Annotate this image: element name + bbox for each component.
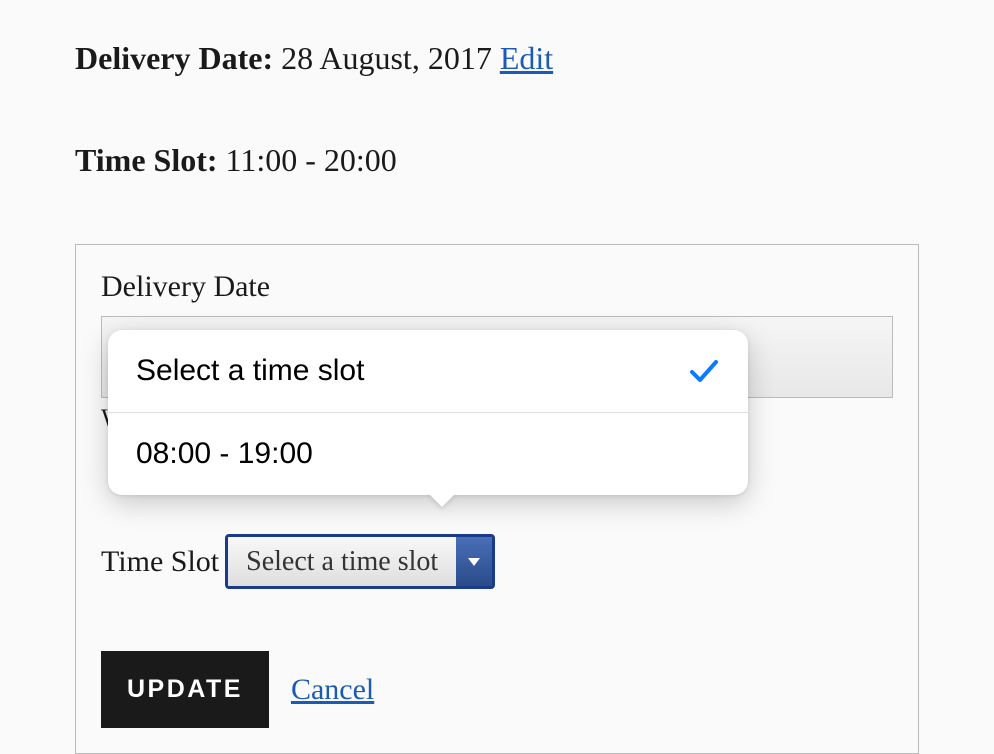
- time-slot-select[interactable]: Select a time slot: [225, 534, 495, 589]
- time-slot-value: 11:00 - 20:00: [226, 142, 397, 178]
- check-icon: [688, 358, 720, 384]
- dropdown-option-label: 08:00 - 19:00: [136, 437, 313, 471]
- delivery-date-value: 28 August, 2017: [281, 40, 492, 76]
- delivery-date-field-label: Delivery Date: [101, 270, 893, 304]
- edit-link[interactable]: Edit: [500, 40, 553, 76]
- cancel-link[interactable]: Cancel: [291, 673, 374, 707]
- time-slot-dropdown-popover: Select a time slot 08:00 - 19:00: [108, 330, 748, 495]
- time-slot-row: Time Slot Select a time slot: [101, 534, 893, 589]
- edit-form: Delivery Date W Time Slot Select a time …: [75, 244, 919, 754]
- time-slot-select-value: Select a time slot: [228, 537, 456, 586]
- dropdown-option-timeslot[interactable]: 08:00 - 19:00: [108, 413, 748, 495]
- delivery-date-summary: Delivery Date: 28 August, 2017 Edit: [75, 40, 919, 77]
- time-slot-summary: Time Slot: 11:00 - 20:00: [75, 142, 919, 179]
- delivery-date-label: Delivery Date:: [75, 40, 273, 76]
- dropdown-option-placeholder[interactable]: Select a time slot: [108, 330, 748, 413]
- update-button[interactable]: UPDATE: [101, 651, 269, 728]
- dropdown-option-label: Select a time slot: [136, 354, 364, 388]
- time-slot-field-label: Time Slot: [101, 545, 219, 579]
- form-actions: UPDATE Cancel: [101, 651, 893, 728]
- time-slot-label: Time Slot:: [75, 142, 218, 178]
- chevron-down-icon: [456, 537, 492, 586]
